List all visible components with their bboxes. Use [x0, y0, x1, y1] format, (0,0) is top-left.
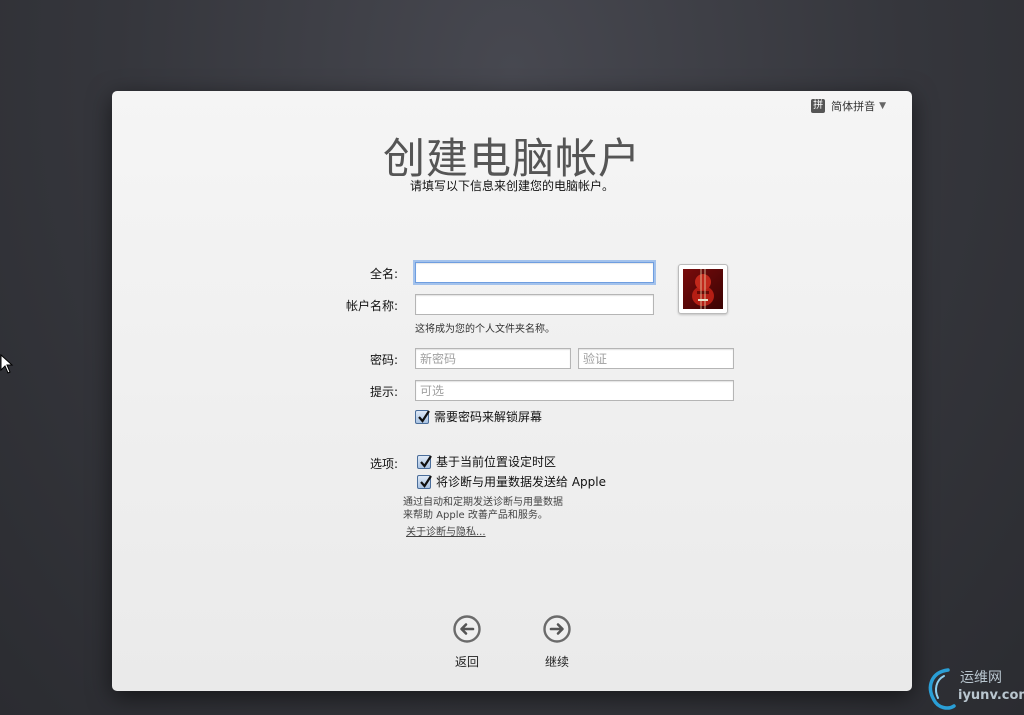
page-subtitle: 请填写以下信息来创建您的电脑帐户。: [409, 179, 614, 193]
account-name-hint: 这将成为您的个人文件夹名称。: [415, 324, 555, 335]
continue-button[interactable]: 继续: [527, 615, 587, 670]
input-method-menu[interactable]: 拼 简体拼音 ▼: [811, 98, 886, 114]
account-name-label: 帐户名称:: [345, 299, 398, 313]
triangle-down-icon: ▼: [879, 101, 886, 111]
watermark-logo-icon: [928, 668, 956, 710]
password-label: 密码:: [369, 353, 398, 367]
input-method-label: 简体拼音: [831, 100, 876, 113]
about-diagnostics-link[interactable]: 关于诊断与隐私...: [406, 523, 486, 538]
mouse-cursor-icon: [0, 354, 14, 374]
options-label: 选项:: [369, 457, 398, 471]
verify-password-input[interactable]: [578, 348, 734, 369]
new-password-input[interactable]: [415, 348, 571, 369]
require-password-checkbox[interactable]: [415, 409, 430, 424]
send-diagnostics-row[interactable]: 将诊断与用量数据发送给 Apple: [417, 473, 606, 490]
send-diagnostics-label: 将诊断与用量数据发送给 Apple: [436, 475, 606, 489]
diagnostics-description-line1: 通过自动和定期发送诊断与用量数据: [403, 497, 563, 508]
require-password-row[interactable]: 需要密码来解锁屏幕: [415, 408, 542, 425]
require-password-label: 需要密码来解锁屏幕: [434, 410, 543, 424]
checkmark-icon: [420, 474, 432, 488]
continue-label: 继续: [544, 655, 569, 669]
full-name-label: 全名:: [369, 267, 398, 281]
password-hint-label: 提示:: [369, 385, 398, 399]
arrow-left-circle-icon: [453, 615, 481, 643]
diagnostics-description-line2: 来帮助 Apple 改善产品和服务。: [403, 510, 548, 521]
full-name-input[interactable]: [415, 262, 654, 283]
setup-assistant-panel: 拼 简体拼音 ▼ 创建电脑帐户 请填写以下信息来创建您的电脑帐户。 全名: 帐户…: [112, 91, 912, 691]
checkmark-icon: [418, 409, 430, 423]
set-timezone-label: 基于当前位置设定时区: [436, 455, 557, 469]
checkmark-icon: [420, 454, 432, 468]
send-diagnostics-checkbox[interactable]: [417, 474, 432, 489]
arrow-right-circle-icon: [543, 615, 571, 643]
account-name-input[interactable]: [415, 294, 654, 315]
back-label: 返回: [454, 655, 479, 669]
password-hint-input[interactable]: [415, 380, 734, 401]
set-timezone-checkbox[interactable]: [417, 454, 432, 469]
user-picture-button[interactable]: [678, 264, 728, 314]
input-method-icon: 拼: [811, 99, 826, 113]
back-button[interactable]: 返回: [437, 615, 497, 670]
set-timezone-row[interactable]: 基于当前位置设定时区: [417, 453, 556, 470]
watermark-cn: 运维网: [960, 670, 1002, 686]
watermark: 运维网 iyunv.com: [924, 662, 1024, 715]
violin-picture: [683, 269, 723, 309]
watermark-en: iyunv.com: [958, 688, 1024, 703]
